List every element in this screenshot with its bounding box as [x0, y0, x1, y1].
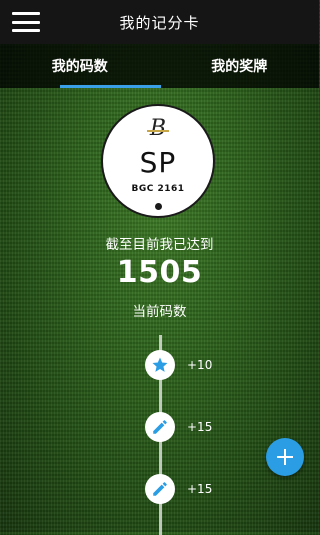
- event-icon-badge: [145, 474, 175, 504]
- hamburger-menu-icon[interactable]: [12, 10, 40, 34]
- event-icon-badge: [145, 412, 175, 442]
- points-label: 当前码数: [132, 304, 187, 320]
- timeline-event[interactable]: +15: [145, 412, 212, 442]
- points-value: 1505: [116, 255, 203, 290]
- indicator-dot: [155, 203, 162, 210]
- user-initials: SP: [139, 146, 177, 179]
- timeline-event[interactable]: +10: [145, 350, 212, 380]
- tab-my-medals[interactable]: 我的奖牌: [160, 44, 320, 88]
- profile-circle: B SP BGC 2161: [103, 106, 213, 216]
- event-delta: +15: [187, 482, 213, 496]
- event-delta: +15: [187, 420, 213, 434]
- tab-my-yards[interactable]: 我的码数: [0, 44, 160, 88]
- event-delta: +10: [187, 358, 213, 372]
- profile-badge: B SP BGC 2161: [101, 104, 215, 218]
- event-icon-badge: [145, 350, 175, 380]
- star-icon: [152, 357, 168, 372]
- club-code: BGC 2161: [131, 184, 185, 194]
- plus-icon: [277, 449, 293, 465]
- club-logo: B: [103, 116, 213, 141]
- timeline-event[interactable]: +15: [145, 474, 212, 504]
- pencil-icon: [153, 482, 167, 496]
- page-title: 我的记分卡: [119, 13, 200, 32]
- add-button[interactable]: [266, 438, 304, 476]
- summary-caption: 截至目前我已达到: [105, 237, 214, 253]
- tab-bar: 我的码数 我的奖牌: [0, 44, 319, 88]
- pencil-icon: [153, 420, 167, 434]
- title-bar: 我的记分卡: [0, 0, 319, 44]
